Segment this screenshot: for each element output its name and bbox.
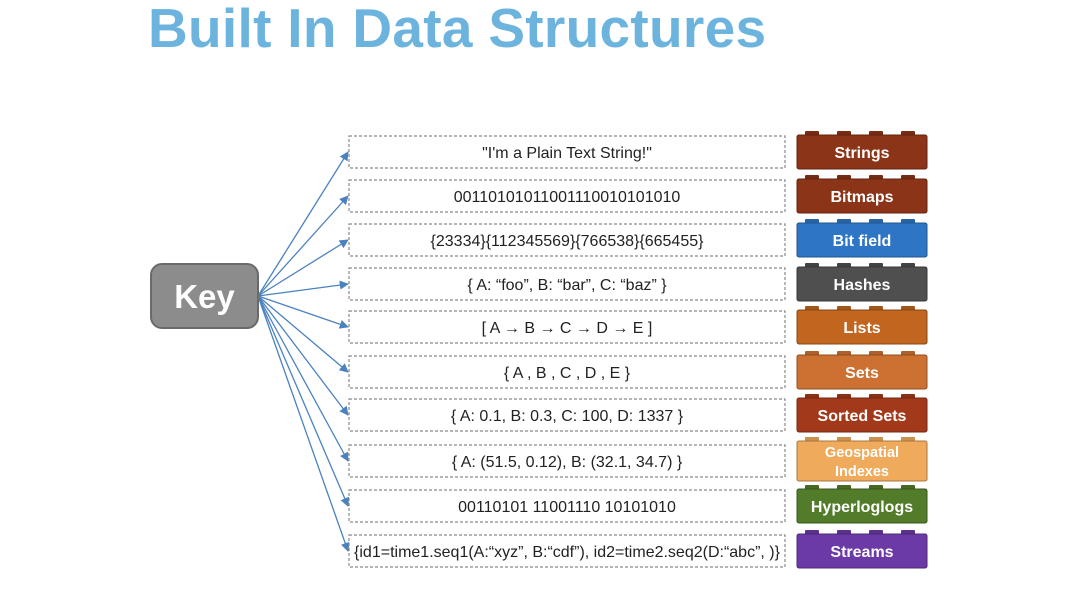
brick-label: Hyperloglogs [811, 499, 913, 516]
key-arrow [257, 151, 349, 297]
value-text: {23334}{112345569}{766538}{665455} [431, 233, 705, 250]
brick-label: Hashes [834, 277, 891, 294]
value-text: "I'm a Plain Text String!" [482, 145, 652, 162]
brick-label: Lists [843, 320, 880, 337]
key-arrow [257, 295, 349, 416]
type-brick: Hashes [796, 263, 928, 302]
type-brick: Streams [796, 530, 928, 569]
key-arrow [257, 295, 349, 462]
type-brick: Geospatial Indexes [796, 437, 928, 482]
value-text: { A: (51.5, 0.12), B: (32.1, 34.7) } [452, 454, 683, 471]
brick-label: Indexes [835, 464, 889, 480]
brick-label: Bit field [833, 233, 892, 250]
type-brick: Sorted Sets [796, 394, 928, 433]
brick-label: Geospatial [825, 445, 899, 461]
arrows [257, 151, 350, 552]
type-brick: Hyperloglogs [796, 485, 928, 524]
value-text: { A: 0.1, B: 0.3, C: 100, D: 1337 } [451, 408, 684, 425]
key-arrow [257, 195, 349, 297]
key-label: Key [174, 278, 235, 315]
data-structures-diagram: Key "I'm a Plain Text String!" 0011010101… [150, 131, 928, 569]
value-text: [ A → B → C → D → E ] [482, 320, 653, 337]
key-node: Key [150, 263, 259, 329]
key-arrow [257, 239, 349, 297]
brick-label: Strings [834, 145, 889, 162]
type-brick: Strings [796, 131, 928, 170]
value-text: 00110101 11001110 10101010 [458, 499, 676, 516]
type-brick: Sets [796, 351, 928, 390]
value-examples: "I'm a Plain Text String!" 00110101011001… [348, 135, 786, 568]
value-text: { A: “foo”, B: “bar”, C: “baz” } [467, 277, 667, 294]
brick-label: Bitmaps [830, 189, 893, 206]
brick-label: Sets [845, 365, 879, 382]
key-arrow [257, 295, 349, 329]
brick-label: Streams [830, 544, 893, 561]
type-brick: Bitmaps [796, 175, 928, 214]
type-bricks: Strings Bitmaps Bit field Hashes Lists Sets So… [796, 131, 928, 569]
value-text: {id1=time1.seq1(A:“xyz”, B:“cdf”), id2=t… [354, 544, 781, 561]
brick-label: Sorted Sets [818, 408, 907, 425]
type-brick: Lists [796, 306, 928, 345]
key-arrow [257, 295, 349, 507]
type-brick: Bit field [796, 219, 928, 258]
value-text: { A , B , C , D , E } [504, 365, 631, 382]
key-arrow [257, 280, 349, 297]
value-text: 00110101011001110010101010 [454, 189, 681, 206]
